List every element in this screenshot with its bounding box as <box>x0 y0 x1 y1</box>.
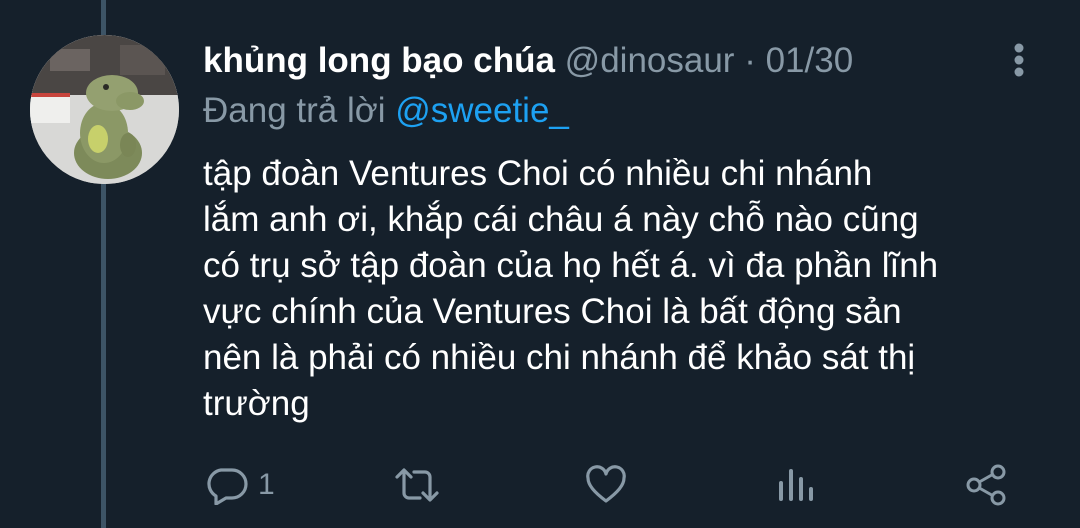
reply-icon <box>207 468 248 505</box>
display-name[interactable]: khủng long bạo chúa <box>203 41 555 80</box>
tweet-body-line: có trụ sở tập đoàn của họ hết á. vì đa p… <box>203 246 939 285</box>
tweet-body: tập đoàn Ventures Choi có nhiều chi nhán… <box>203 151 1053 427</box>
user-handle[interactable]: @dinosaur <box>565 41 735 80</box>
reply-to-handle[interactable]: @sweetie_ <box>395 91 569 130</box>
analytics-icon <box>779 469 813 501</box>
like-button[interactable] <box>584 460 628 510</box>
heart-icon <box>586 465 626 503</box>
tweet-body-line: trường <box>203 384 310 423</box>
retweet-button[interactable] <box>393 460 441 510</box>
tweet-actions: 1 <box>0 460 1080 510</box>
replying-to-label: Đang trả lời <box>203 91 386 130</box>
tweet-body-line: nên là phải có nhiều chi nhánh để khảo s… <box>203 338 916 377</box>
tweet-date[interactable]: 01/30 <box>766 41 854 80</box>
replying-to-line: Đang trả lời @sweetie_ <box>203 89 569 133</box>
retweet-icon <box>395 468 439 502</box>
tweet-body-line: tập đoàn Ventures Choi có nhiều chi nhán… <box>203 154 873 193</box>
tweet-body-line: lắm anh ơi, khắp cái châu á này chỗ nào … <box>203 200 919 239</box>
more-options-button[interactable] <box>1004 40 1034 80</box>
avatar[interactable] <box>30 35 179 184</box>
share-icon <box>966 464 1006 506</box>
analytics-button[interactable] <box>776 460 816 510</box>
share-button[interactable] <box>964 460 1008 510</box>
reply-count: 1 <box>258 468 275 501</box>
tweet-body-line: vực chính của Ventures Choi là bất động … <box>203 292 902 331</box>
more-vertical-icon <box>1014 43 1024 77</box>
reply-button[interactable]: 1 <box>204 460 275 510</box>
header-separator: · <box>744 41 756 80</box>
tweet-header: khủng long bạo chúa @dinosaur · 01/30 <box>203 39 853 83</box>
